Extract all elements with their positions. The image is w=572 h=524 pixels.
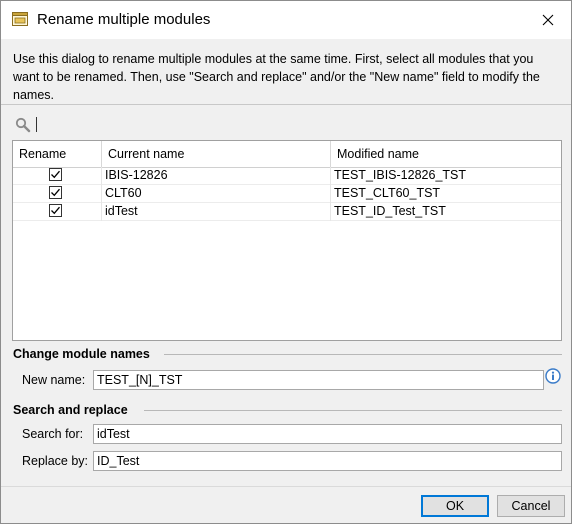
modules-table: Rename Current name Modified name IBIS-1… [12,140,562,341]
checkmark-icon [51,206,60,215]
modified-name-cell: TEST_ID_Test_TST [334,204,446,218]
rename-checkbox[interactable] [49,168,62,181]
rename-cell [13,185,102,203]
close-icon [542,14,554,26]
column-header-modified-name[interactable]: Modified name [331,141,561,167]
search-icon [15,117,31,133]
rename-checkbox[interactable] [49,186,62,199]
rename-cell [13,203,102,221]
table-header: Rename Current name Modified name [13,141,561,168]
rename-cell [13,167,102,185]
ok-button[interactable]: OK [421,495,489,517]
search-replace-section-title: Search and replace [13,403,128,417]
current-name-cell: IBIS-12826 [102,167,331,185]
filter-input[interactable] [36,117,37,132]
rename-dialog: Rename multiple modules Use this dialog … [0,0,572,524]
checkmark-icon [51,170,60,179]
new-name-field[interactable]: TEST_[N]_TST [93,370,544,390]
modified-name-cell: TEST_CLT60_TST [334,186,441,200]
divider [1,104,571,105]
checkmark-icon [51,188,60,197]
table-row[interactable]: idTest TEST_ID_Test_TST [13,203,561,221]
current-name-cell: CLT60 [102,185,331,203]
dialog-window-icon [12,12,28,26]
cancel-button[interactable]: Cancel [497,495,565,517]
change-names-section-title: Change module names [13,347,150,361]
dialog-description: Use this dialog to rename multiple modul… [13,52,540,102]
info-icon[interactable] [545,368,561,384]
dialog-title: Rename multiple modules [37,11,211,28]
rename-checkbox[interactable] [49,204,62,217]
replace-by-label: Replace by: [22,454,89,468]
new-name-label: New name: [22,373,86,387]
section-divider [144,410,562,411]
title-bar: Rename multiple modules [1,1,571,39]
modified-name-cell: TEST_IBIS-12826_TST [334,168,467,182]
search-for-label: Search for: [22,427,84,441]
column-header-rename[interactable]: Rename [13,141,102,167]
current-name-cell: idTest [102,203,331,221]
search-for-field[interactable]: idTest [93,424,562,444]
dialog-footer: OK Cancel [1,486,571,523]
table-row[interactable]: CLT60 TEST_CLT60_TST [13,185,561,203]
column-header-current-name[interactable]: Current name [102,141,331,167]
table-row[interactable]: IBIS-12826 TEST_IBIS-12826_TST [13,167,561,185]
section-divider [164,354,562,355]
close-button[interactable] [525,1,571,39]
replace-by-field[interactable]: ID_Test [93,451,562,471]
